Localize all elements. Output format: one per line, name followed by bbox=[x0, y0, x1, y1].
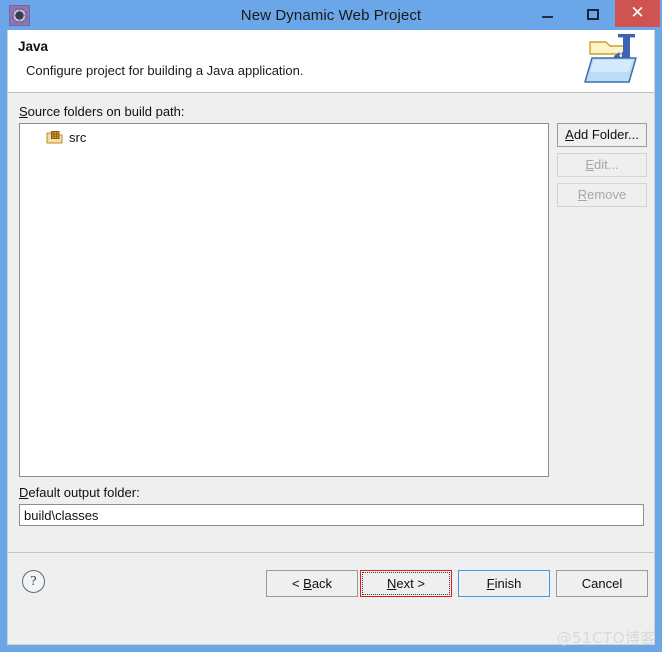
remove-label: emove bbox=[587, 187, 627, 202]
output-folder-input[interactable] bbox=[19, 504, 644, 526]
remove-button[interactable]: Remove bbox=[557, 183, 647, 207]
edit-label: dit... bbox=[594, 157, 619, 172]
add-folder-button[interactable]: Add Folder... bbox=[557, 123, 647, 147]
next-label: ext > bbox=[396, 576, 425, 591]
source-folders-label-accel: S bbox=[19, 104, 28, 119]
title-bar: New Dynamic Web Project ✕ bbox=[0, 0, 662, 31]
next-accel: N bbox=[387, 576, 397, 591]
source-folders-label: Source folders on build path: bbox=[19, 104, 185, 119]
close-button[interactable]: ✕ bbox=[615, 0, 660, 27]
package-folder-icon bbox=[46, 130, 63, 145]
dialog-window: New Dynamic Web Project ✕ Java Configure… bbox=[0, 0, 662, 652]
finish-label: inish bbox=[494, 576, 522, 591]
add-folder-label: dd Folder... bbox=[573, 127, 639, 142]
output-folder-label-accel: D bbox=[19, 485, 29, 500]
cancel-label: Cancel bbox=[581, 576, 623, 591]
finish-button[interactable]: Finish bbox=[458, 570, 550, 597]
help-button[interactable]: ? bbox=[22, 570, 45, 593]
back-button[interactable]: < Back bbox=[266, 570, 358, 597]
close-icon: ✕ bbox=[630, 3, 645, 23]
back-label: ack bbox=[311, 576, 333, 591]
java-folder-icon bbox=[584, 34, 637, 83]
source-folders-listbox[interactable]: src bbox=[19, 123, 549, 477]
next-button[interactable]: Next > bbox=[360, 570, 452, 597]
minimize-button[interactable] bbox=[525, 0, 570, 28]
edit-accel: E bbox=[585, 157, 595, 172]
output-folder-label: Default output folder: bbox=[19, 485, 140, 500]
list-item-label: src bbox=[69, 129, 87, 145]
gear-icon-svg bbox=[12, 8, 27, 23]
minimize-icon bbox=[542, 16, 553, 18]
source-folders-label-rest: ource folders on build path: bbox=[27, 104, 185, 119]
finish-accel: F bbox=[486, 576, 495, 591]
wizard-header: Java Configure project for building a Ja… bbox=[8, 30, 654, 93]
dialog-body: Java Configure project for building a Ja… bbox=[7, 30, 655, 645]
back-pre: < bbox=[291, 576, 304, 591]
list-item[interactable]: src bbox=[20, 127, 548, 147]
page-description: Configure project for building a Java ap… bbox=[26, 63, 304, 78]
remove-accel: R bbox=[577, 187, 588, 202]
add-folder-accel: A bbox=[565, 127, 574, 142]
edit-button[interactable]: Edit... bbox=[557, 153, 647, 177]
dialog-footer: ? < Back Next > Finish Cancel bbox=[8, 552, 654, 614]
output-folder-label-rest: efault output folder: bbox=[28, 485, 140, 500]
wizard-content: Source folders on build path: src Add Fo… bbox=[8, 93, 654, 614]
gear-icon bbox=[9, 5, 30, 26]
maximize-icon bbox=[586, 8, 599, 20]
page-title: Java bbox=[18, 39, 49, 54]
back-accel: B bbox=[303, 576, 312, 591]
maximize-button[interactable] bbox=[570, 0, 615, 28]
cancel-button[interactable]: Cancel bbox=[556, 570, 648, 597]
